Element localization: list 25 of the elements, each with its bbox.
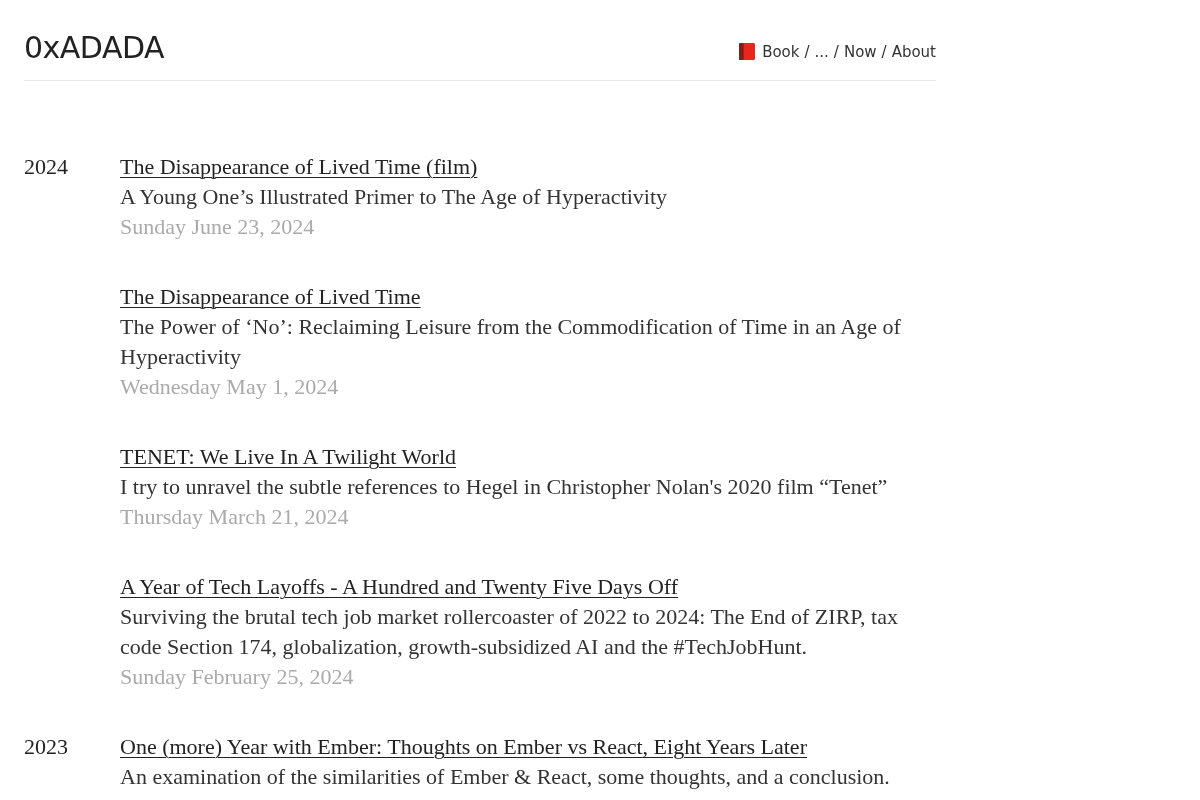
post-date: Wednesday May 1, 2024: [120, 374, 339, 399]
post-date: Sunday June 23, 2024: [120, 214, 315, 239]
post-title-link[interactable]: One (more) Year with Ember: Thoughts on Ember vs React, Eight Years Later: [120, 734, 807, 759]
slash-separator: /: [804, 43, 810, 61]
post-summary: A Young One’s Illustrated Primer to The Age of Hyperactivity: [120, 183, 669, 211]
slash-separator: /: [833, 43, 839, 61]
nav-link[interactable]: Now: [843, 43, 877, 61]
post-title-link[interactable]: The Disappearance of Lived Time: [120, 284, 421, 309]
post-title-link[interactable]: A Year of Tech Layoffs - A Hundred and Twenty Five Days Off: [120, 574, 679, 599]
post-title-link[interactable]: The Disappearance of Lived Time (film): [120, 154, 478, 179]
post-date: Thursday March 21, 2024: [120, 504, 349, 529]
post-title-link[interactable]: TENET: We Live In A Twilight World: [120, 444, 456, 469]
post-summary: Surviving the brutal tech job market rollercoaster of 2022 to 2024: The End of ZIRP, tax code Section 174, globalization, growth-subsidized AI and the #TechJobHunt.: [120, 603, 899, 661]
post-summary: The Power of ‘No’: Reclaiming Leisure from the Commodification of Time in an Age of Hyperactivity: [120, 313, 902, 371]
post-summary: I try to unravel the subtle references to Hegel in Christopher Nolan's 2020 film “Tenet”: [120, 473, 889, 501]
slash-separator: /: [881, 43, 887, 61]
book-icon: [739, 43, 756, 60]
nav-link[interactable]: Book: [762, 43, 800, 61]
post-date: Sunday February 25, 2024: [120, 664, 354, 689]
nav-link[interactable]: ...: [814, 43, 829, 61]
post-summary: An examination of the similarities of Ember & React, some thoughts, and a conclusion.: [120, 763, 891, 791]
nav-link[interactable]: About: [891, 43, 936, 61]
year-label: 2023: [24, 734, 68, 759]
year-label: 2024: [24, 154, 68, 179]
site-title[interactable]: 0xADADA: [24, 28, 165, 68]
